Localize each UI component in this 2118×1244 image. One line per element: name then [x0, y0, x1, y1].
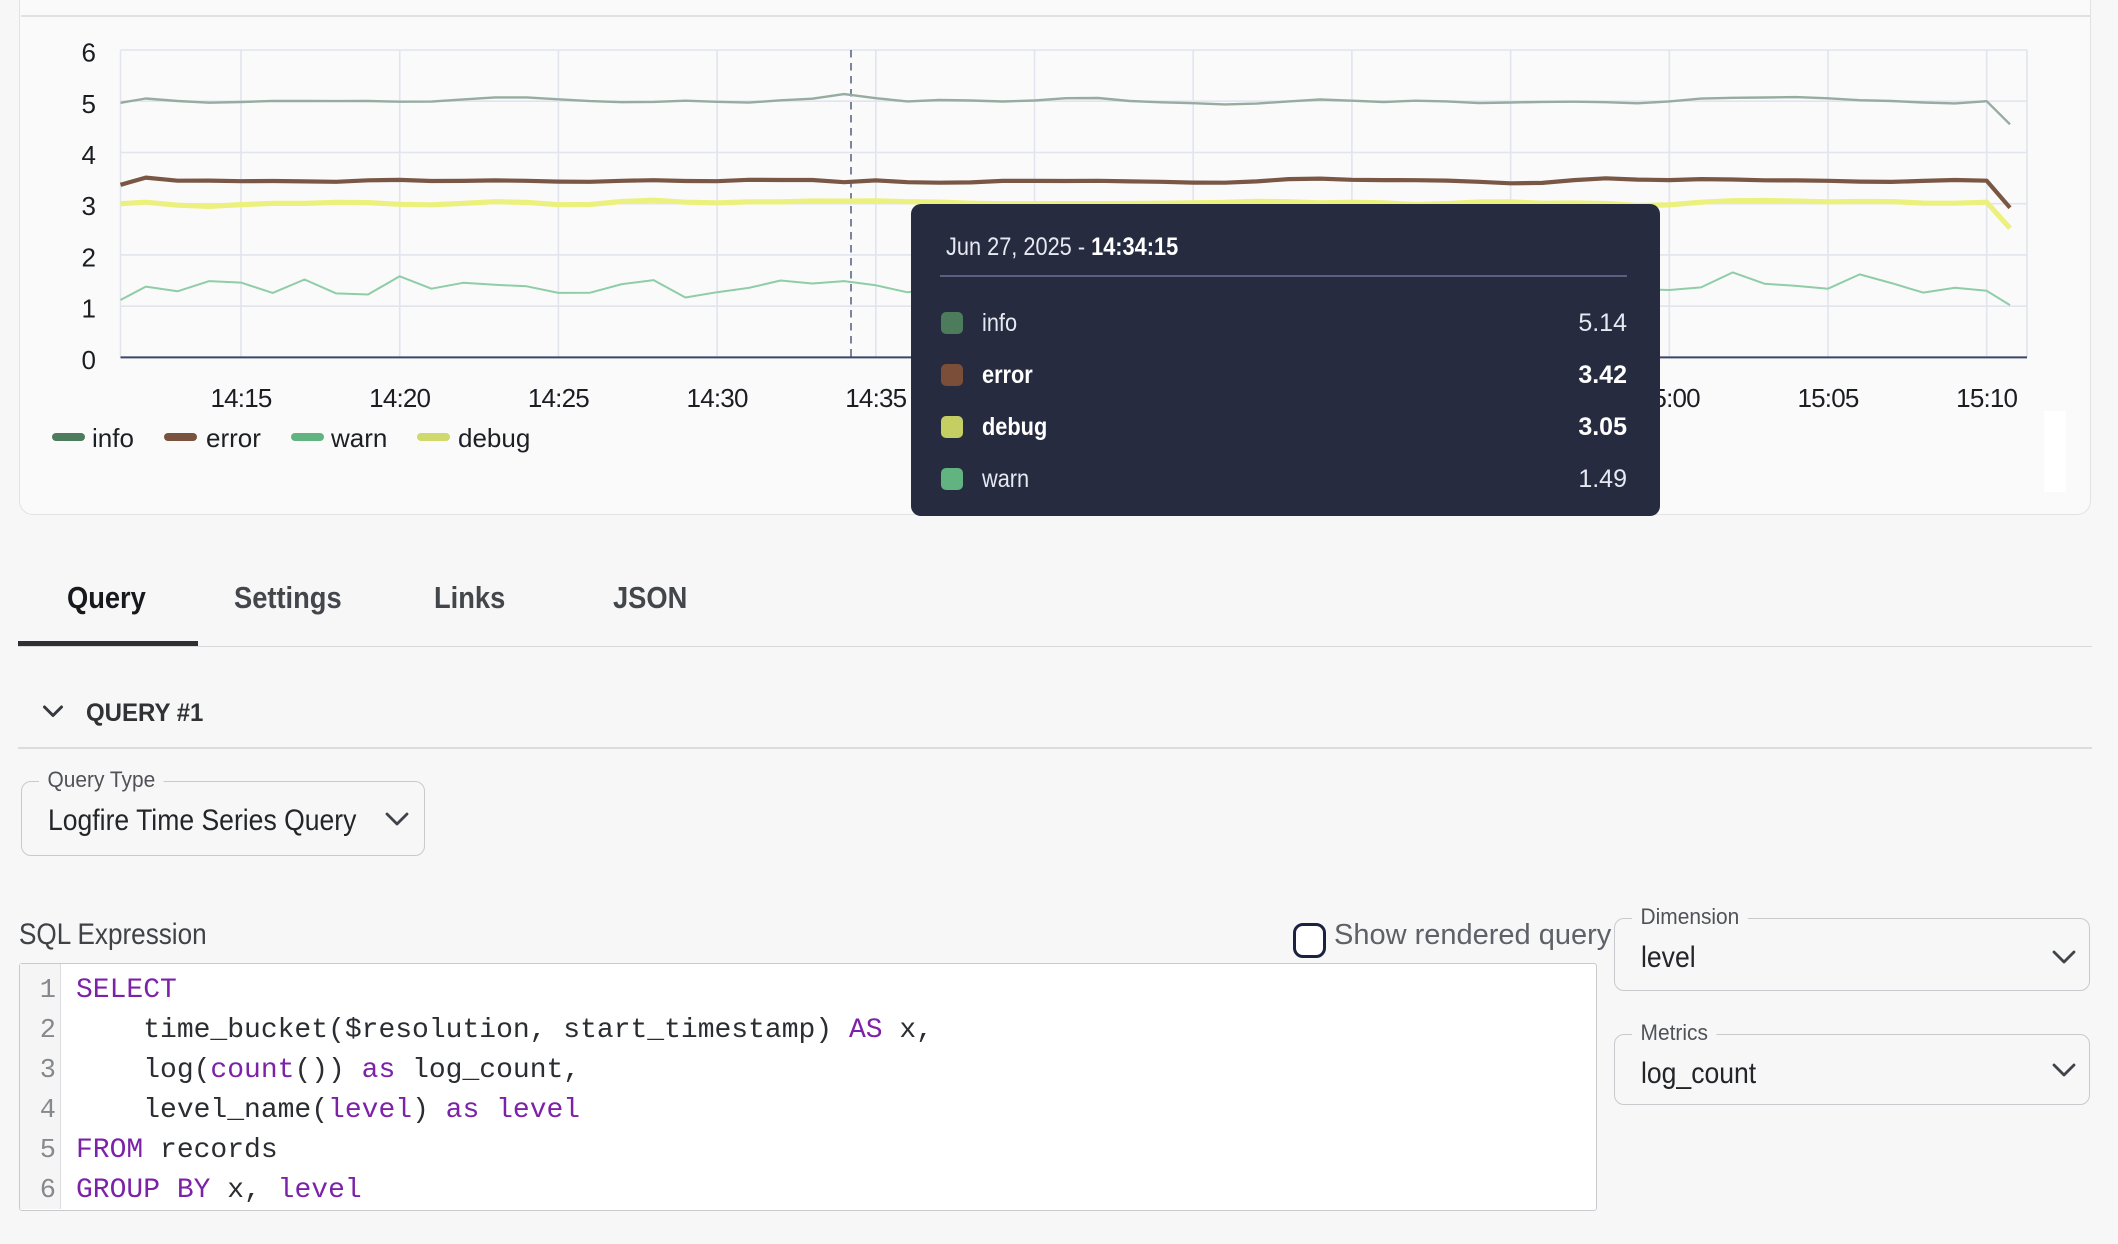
svg-text:14:20: 14:20: [369, 383, 430, 413]
svg-text:14:15: 14:15: [210, 383, 271, 413]
svg-text:6: 6: [82, 38, 96, 68]
svg-text:15:10: 15:10: [1956, 383, 2017, 413]
svg-text:14:30: 14:30: [687, 383, 748, 413]
svg-text:1: 1: [82, 294, 96, 324]
svg-text:15:05: 15:05: [1797, 383, 1858, 413]
svg-text:0: 0: [82, 345, 96, 375]
svg-text:2: 2: [82, 242, 96, 272]
svg-text:14:25: 14:25: [528, 383, 589, 413]
svg-text:5: 5: [82, 89, 96, 119]
svg-text:3: 3: [82, 191, 96, 221]
svg-text:4: 4: [82, 140, 96, 170]
svg-text:14:35: 14:35: [845, 383, 906, 413]
